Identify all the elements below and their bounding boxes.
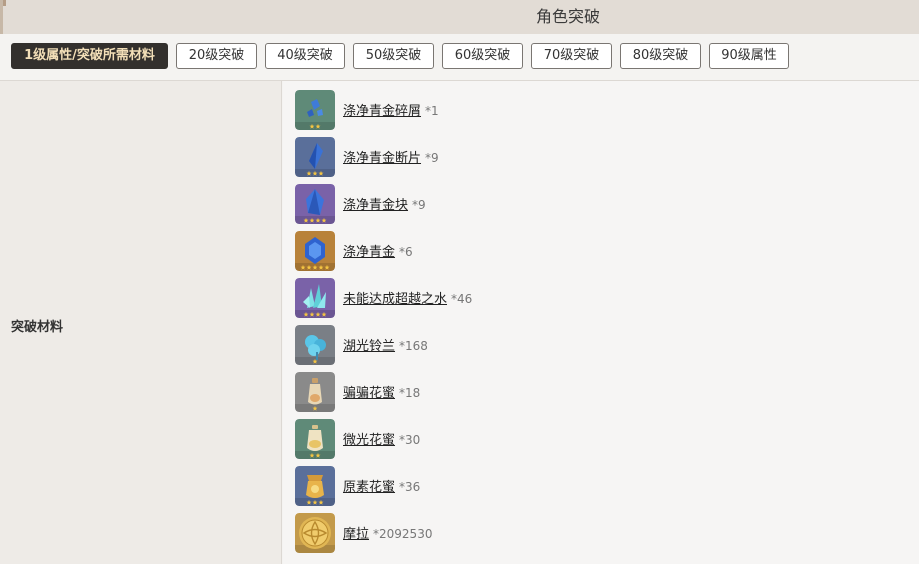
material-count: *30	[399, 433, 421, 447]
material-text: 湖光铃兰 *168	[343, 336, 428, 356]
material-name-link[interactable]: 原素花蜜	[343, 480, 395, 495]
material-count: *9	[425, 151, 439, 165]
title-bar: 角色突破	[0, 0, 919, 34]
tab-level-40[interactable]: 40级突破	[265, 43, 345, 69]
lakelight-lily-icon[interactable]	[295, 325, 335, 365]
material-text: 原素花蜜 *36	[343, 477, 420, 497]
lapis-fragment-icon[interactable]	[295, 137, 335, 177]
lapis-chunk-icon[interactable]	[295, 184, 335, 224]
tab-level-70[interactable]: 70级突破	[531, 43, 612, 69]
material-name-link[interactable]: 未能达成超越之水	[343, 292, 447, 307]
slime-nectar-icon[interactable]	[295, 372, 335, 412]
tab-bar: 1级属性/突破所需材料 20级突破 40级突破 50级突破 60级突破 70级突…	[0, 34, 919, 81]
energy-nectar-icon[interactable]	[295, 466, 335, 506]
mora-coin-icon[interactable]	[295, 513, 335, 553]
material-row: 涤净青金断片 *9	[295, 137, 895, 177]
material-name-link[interactable]: 涤净青金断片	[343, 151, 421, 166]
tab-level-60[interactable]: 60级突破	[442, 43, 523, 69]
material-count: *36	[399, 480, 421, 494]
material-text: 摩拉 *2092530	[343, 524, 432, 544]
material-name-link[interactable]: 微光花蜜	[343, 433, 395, 448]
content-table: 突破材料 涤净青金碎屑 *1 涤净青金断片 *9 涤净青金块 *9 涤净青金 *6 未能达成超越…	[0, 81, 919, 564]
material-text: 涤净青金碎屑 *1	[343, 101, 439, 121]
material-count: *2092530	[373, 527, 433, 541]
material-row: 未能达成超越之水 *46	[295, 278, 895, 318]
material-count: *1	[425, 104, 439, 118]
label-column: 突破材料	[0, 81, 282, 564]
material-count: *6	[399, 245, 413, 259]
materials-list: 涤净青金碎屑 *1 涤净青金断片 *9 涤净青金块 *9 涤净青金 *6 未能达成超越之水 *46…	[283, 81, 919, 564]
material-text: 未能达成超越之水 *46	[343, 289, 472, 309]
material-count: *46	[451, 292, 473, 306]
tab-level-1-materials[interactable]: 1级属性/突破所需材料	[11, 43, 168, 69]
tab-level-80[interactable]: 80级突破	[620, 43, 701, 69]
material-text: 涤净青金块 *9	[343, 195, 426, 215]
material-text: 微光花蜜 *30	[343, 430, 420, 450]
material-row: 原素花蜜 *36	[295, 466, 895, 506]
material-count: *18	[399, 386, 421, 400]
lapis-gemstone-icon[interactable]	[295, 231, 335, 271]
corner-mark	[3, 0, 6, 6]
material-row: 骗骗花蜜 *18	[295, 372, 895, 412]
material-row: 涤净青金块 *9	[295, 184, 895, 224]
section-label: 突破材料	[11, 320, 64, 335]
material-name-link[interactable]: 湖光铃兰	[343, 339, 395, 354]
material-name-link[interactable]: 涤净青金碎屑	[343, 104, 421, 119]
material-text: 骗骗花蜜 *18	[343, 383, 420, 403]
material-row: 微光花蜜 *30	[295, 419, 895, 459]
material-name-link[interactable]: 涤净青金	[343, 245, 395, 260]
page-title: 角色突破	[536, 7, 601, 26]
material-text: 涤净青金断片 *9	[343, 148, 439, 168]
material-count: *9	[412, 198, 426, 212]
material-row: 涤净青金 *6	[295, 231, 895, 271]
tab-level-90[interactable]: 90级属性	[709, 43, 789, 69]
material-name-link[interactable]: 摩拉	[343, 527, 369, 542]
material-row: 涤净青金碎屑 *1	[295, 90, 895, 130]
material-text: 涤净青金 *6	[343, 242, 413, 262]
tab-level-50[interactable]: 50级突破	[353, 43, 434, 69]
material-row: 湖光铃兰 *168	[295, 325, 895, 365]
material-count: *168	[399, 339, 428, 353]
crystal-water-icon[interactable]	[295, 278, 335, 318]
material-name-link[interactable]: 涤净青金块	[343, 198, 408, 213]
page: 角色突破 1级属性/突破所需材料 20级突破 40级突破 50级突破 60级突破…	[0, 0, 919, 564]
material-name-link[interactable]: 骗骗花蜜	[343, 386, 395, 401]
material-row: 摩拉 *2092530	[295, 513, 895, 553]
lapis-sliver-icon[interactable]	[295, 90, 335, 130]
tab-level-20[interactable]: 20级突破	[176, 43, 257, 69]
shimmering-nectar-icon[interactable]	[295, 419, 335, 459]
